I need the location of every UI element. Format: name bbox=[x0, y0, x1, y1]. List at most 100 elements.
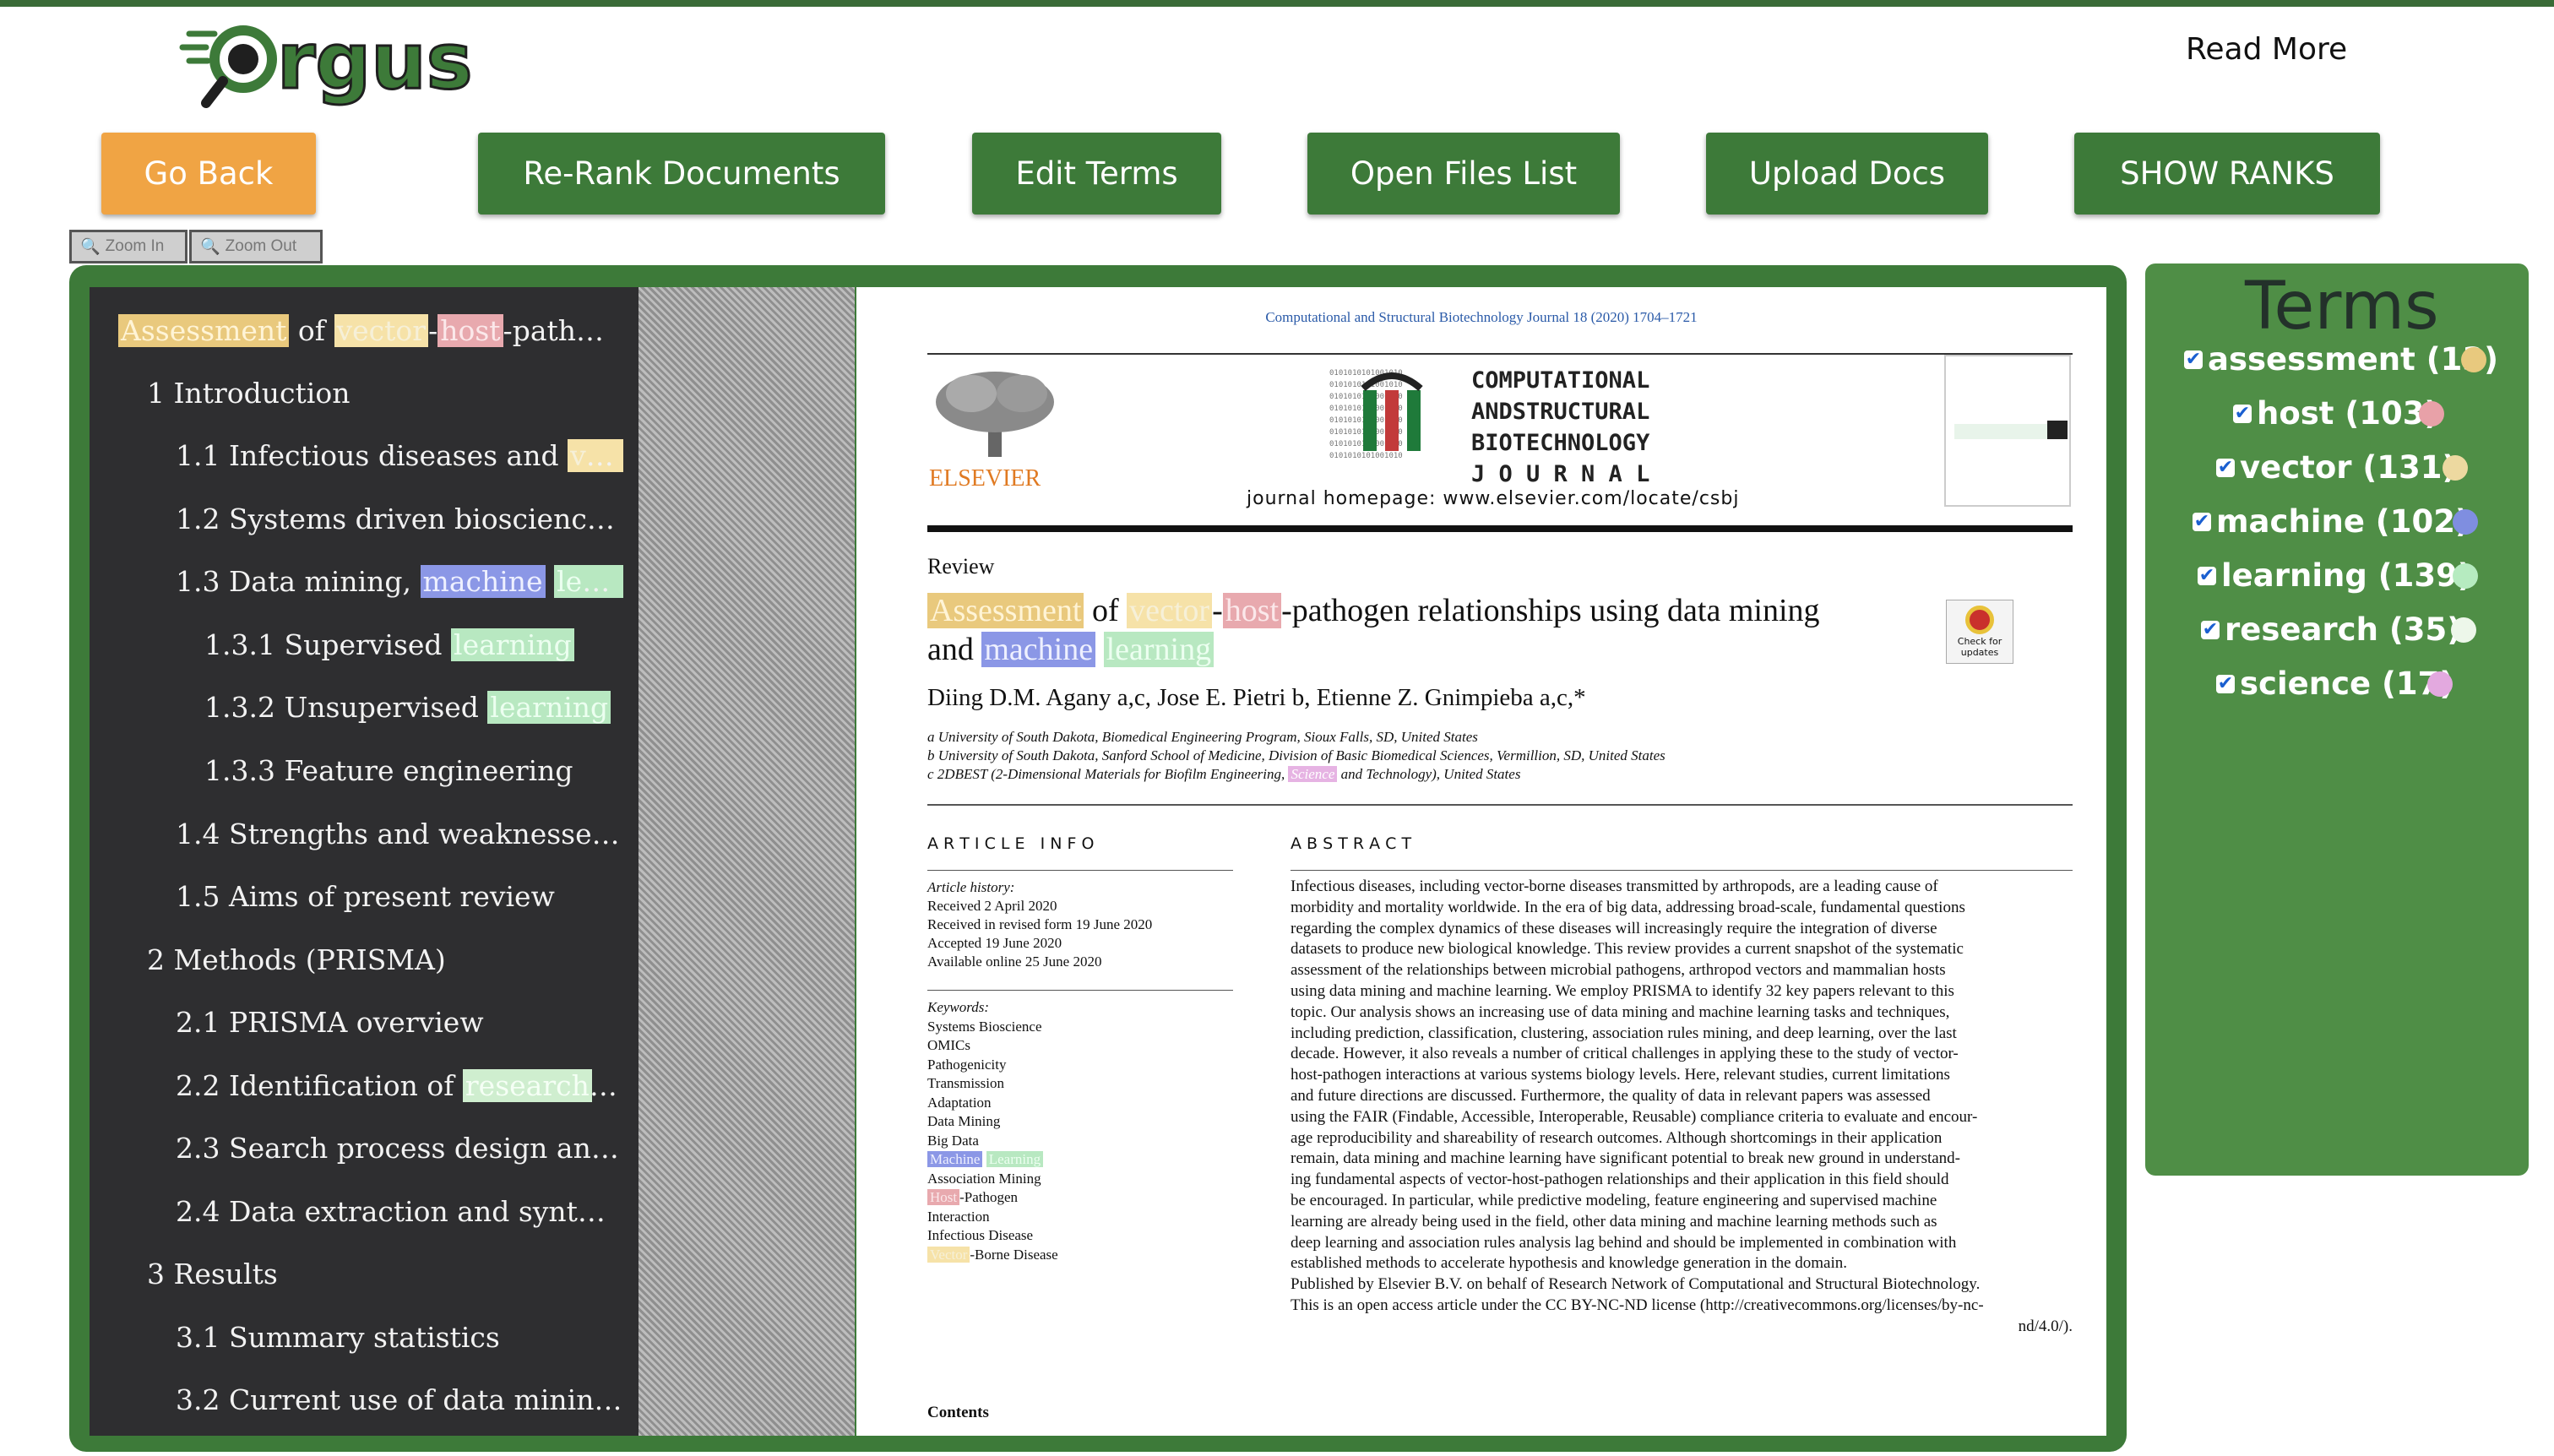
outline-item[interactable]: 1.3.2 Unsupervised learning bbox=[204, 689, 627, 726]
title-text: and bbox=[927, 632, 982, 667]
term-highlight: machine bbox=[420, 565, 546, 598]
rerank-documents-button[interactable]: Re-Rank Documents bbox=[478, 133, 885, 215]
term-color-dot bbox=[2453, 563, 2478, 589]
section-label: Review bbox=[927, 554, 995, 579]
outline-item[interactable]: 2.1 PRISMA overview bbox=[176, 1004, 623, 1041]
abstract-line: decade. However, it also reveals a numbe… bbox=[1291, 1045, 1959, 1063]
term-label: host (103) bbox=[2257, 395, 2439, 432]
checkbox-checked-icon[interactable]: ✔ bbox=[2216, 458, 2235, 477]
zoom-in-button[interactable]: 🔍 Zoom In bbox=[69, 230, 187, 263]
term-highlight: vector bbox=[1127, 593, 1213, 628]
outline-item[interactable]: 1.4 Strengths and weaknesses of ... bbox=[176, 816, 623, 853]
journal-name-line: J O U R N A L bbox=[1471, 461, 1650, 487]
term-item-machine[interactable]: ✔ machine (102) bbox=[2193, 503, 2470, 540]
checkbox-checked-icon[interactable]: ✔ bbox=[2198, 566, 2216, 585]
outline-item[interactable]: 3.1 Summary statistics bbox=[176, 1319, 623, 1356]
affiliations: a University of South Dakota, Biomedical… bbox=[927, 728, 1666, 784]
pdf-page[interactable]: Computational and Structural Biotechnolo… bbox=[856, 287, 2106, 1436]
journal-name-line: COMPUTATIONAL bbox=[1471, 367, 1650, 394]
keyword: Pathogenicity bbox=[927, 1056, 1007, 1073]
csbj-logo: 0101010101001010 0101010101001010 0101010… bbox=[1329, 363, 1464, 481]
open-files-list-button[interactable]: Open Files List bbox=[1307, 133, 1620, 215]
header-rule bbox=[927, 353, 2073, 355]
outline-item[interactable]: 1.1 Infectious diseases and vect... bbox=[176, 437, 623, 475]
keyword: Host -Pathogen bbox=[927, 1188, 1058, 1208]
check-updates-icon bbox=[1965, 606, 1994, 634]
history-entry: Received 2 April 2020 bbox=[927, 898, 1057, 914]
outline-item[interactable]: 1.3.3 Feature engineering bbox=[204, 752, 627, 790]
article-title: Assessment of vector-host-pathogen relat… bbox=[927, 591, 1899, 669]
article-info-heading: A R T I C L E I N F O bbox=[927, 834, 1095, 853]
term-highlight: vector bbox=[334, 314, 429, 347]
term-highlight: Assessment bbox=[118, 314, 290, 347]
outline-item[interactable]: 1.2 Systems driven bioscience an... bbox=[176, 501, 623, 538]
zoom-in-label: Zoom In bbox=[105, 237, 165, 255]
check-for-updates-badge[interactable]: Check for updates bbox=[1946, 600, 2013, 664]
checkbox-checked-icon[interactable]: ✔ bbox=[2216, 674, 2235, 693]
outline-item[interactable]: 1.3 Data mining, machine lear... bbox=[176, 563, 623, 600]
outline-item[interactable]: 2.2 Identification of research q... bbox=[176, 1068, 623, 1105]
argus-logo[interactable]: rgus bbox=[177, 15, 481, 118]
term-item-learning[interactable]: ✔ learning (139) bbox=[2198, 557, 2472, 594]
edit-terms-button[interactable]: Edit Terms bbox=[972, 133, 1221, 215]
abstract-line: Published by Elsevier B.V. on behalf of … bbox=[1291, 1275, 1981, 1294]
checkbox-checked-icon[interactable]: ✔ bbox=[2193, 512, 2211, 531]
svg-text:rgus: rgus bbox=[277, 19, 472, 106]
term-highlight: learning bbox=[451, 628, 574, 661]
keyword: Association Mining bbox=[927, 1170, 1041, 1187]
affiliation-text: c 2DBEST (2-Dimensional Materials for Bi… bbox=[927, 766, 1289, 782]
outline-item[interactable]: 2.4 Data extraction and synthesis bbox=[176, 1193, 623, 1231]
zoom-out-button[interactable]: 🔍 Zoom Out bbox=[189, 230, 323, 263]
checkbox-checked-icon[interactable]: ✔ bbox=[2184, 350, 2203, 369]
journal-name-line: BIOTECHNOLOGY bbox=[1471, 430, 1650, 456]
outline-item[interactable]: 3.2 Current use of data mining a... bbox=[176, 1382, 623, 1419]
term-item-vector[interactable]: ✔ vector (131) bbox=[2216, 449, 2456, 486]
contents-heading: Contents bbox=[927, 1404, 989, 1421]
affiliation: c 2DBEST (2-Dimensional Materials for Bi… bbox=[927, 765, 1666, 784]
keyword: Vector -Borne Disease bbox=[927, 1246, 1058, 1265]
abstract-heading: A B S T R A C T bbox=[1291, 834, 1412, 853]
term-item-research[interactable]: ✔ research (35) bbox=[2201, 611, 2461, 648]
term-item-assessment[interactable]: ✔ assessment (13) bbox=[2184, 341, 2498, 378]
keyword: Adaptation bbox=[927, 1094, 992, 1111]
abstract-line: established methods to accelerate hypoth… bbox=[1291, 1254, 1847, 1273]
title-text: -pathogen relationships using data minin… bbox=[1281, 593, 1820, 628]
term-color-dot bbox=[2443, 455, 2468, 481]
elsevier-logo: ELSEVIER bbox=[929, 368, 1064, 492]
abstract-line: host-pathogen interactions at various sy… bbox=[1291, 1066, 1950, 1084]
header-thick-rule bbox=[927, 525, 2073, 532]
upload-docs-button[interactable]: Upload Docs bbox=[1706, 133, 1988, 215]
keywords-rule bbox=[927, 990, 1233, 991]
outline-item[interactable]: 1.3.1 Supervised learning bbox=[204, 627, 627, 664]
checkbox-checked-icon[interactable]: ✔ bbox=[2201, 620, 2220, 639]
term-highlight: Science bbox=[1288, 766, 1338, 782]
title-text: of bbox=[1084, 593, 1128, 628]
go-back-button[interactable]: Go Back bbox=[101, 133, 316, 215]
show-ranks-button[interactable]: SHOW RANKS bbox=[2074, 133, 2380, 215]
journal-homepage: journal homepage: www.elsevier.com/locat… bbox=[1247, 488, 1740, 509]
term-highlight: vect... bbox=[568, 439, 623, 472]
abstract-line: datasets to produce new biological knowl… bbox=[1291, 940, 1964, 959]
outline-item[interactable]: 1 Introduction bbox=[147, 375, 620, 412]
term-highlight: Assessment bbox=[927, 593, 1084, 628]
term-highlight: learning bbox=[1103, 632, 1215, 667]
checkbox-checked-icon[interactable]: ✔ bbox=[2233, 404, 2252, 423]
abstract-line: deep learning and association rules anal… bbox=[1291, 1233, 1957, 1252]
term-highlight: learning bbox=[487, 691, 611, 724]
terms-title: Terms bbox=[2245, 269, 2439, 345]
outline-item[interactable]: 1.5 Aims of present review bbox=[176, 878, 623, 915]
term-label: vector (131) bbox=[2240, 449, 2457, 486]
outline-item[interactable]: 3 Results bbox=[147, 1256, 620, 1293]
term-highlight: lear... bbox=[554, 565, 623, 598]
term-item-host[interactable]: ✔ host (103) bbox=[2233, 395, 2438, 432]
outline-item[interactable]: Assessment of vector-host-patho... bbox=[118, 312, 617, 350]
term-label: learning (139) bbox=[2221, 557, 2472, 594]
term-item-science[interactable]: ✔ science (17) bbox=[2216, 666, 2453, 702]
document-outline[interactable]: Assessment of vector-host-patho... 1 Int… bbox=[90, 287, 638, 1436]
term-color-dot bbox=[2453, 509, 2478, 535]
article-history: Article history: Received 2 April 2020 R… bbox=[927, 878, 1152, 971]
read-more-link[interactable]: Read More bbox=[2186, 32, 2347, 67]
outline-item[interactable]: 2 Methods (PRISMA) bbox=[147, 942, 620, 979]
outline-item[interactable]: 2.3 Search process design and se... bbox=[176, 1130, 623, 1167]
term-color-dot bbox=[2427, 671, 2453, 697]
